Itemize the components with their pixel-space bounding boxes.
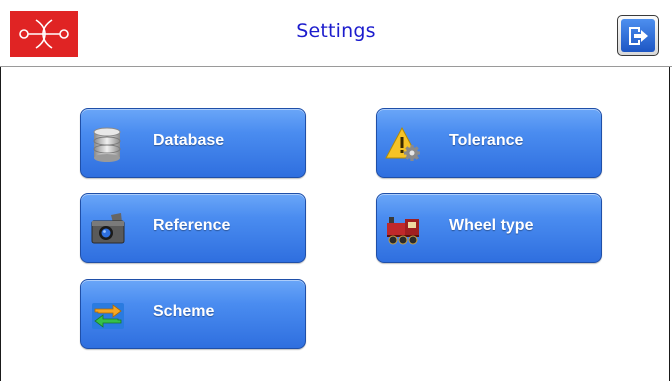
- wheel-type-button-label: Wheel type: [449, 217, 534, 234]
- header-bar: Settings: [0, 0, 672, 67]
- wheel-type-button[interactable]: Wheel type: [376, 193, 602, 263]
- reference-button[interactable]: Reference: [80, 193, 306, 263]
- scheme-button-label: Scheme: [153, 303, 215, 320]
- database-button[interactable]: Database: [80, 108, 306, 178]
- swap-arrows-icon: [89, 297, 127, 333]
- tolerance-button-label: Tolerance: [449, 132, 524, 149]
- locomotive-icon: [385, 211, 423, 247]
- camera-icon: [89, 211, 127, 247]
- tolerance-button[interactable]: Tolerance: [376, 108, 602, 178]
- reference-button-label: Reference: [153, 217, 231, 234]
- warning-gear-icon: [385, 126, 423, 162]
- page-title: Settings: [296, 20, 376, 42]
- database-button-label: Database: [153, 132, 225, 149]
- exit-button[interactable]: [617, 15, 659, 56]
- scheme-button[interactable]: Scheme: [80, 279, 306, 349]
- exit-arrow-icon: [621, 19, 655, 52]
- database-icon: [89, 126, 127, 162]
